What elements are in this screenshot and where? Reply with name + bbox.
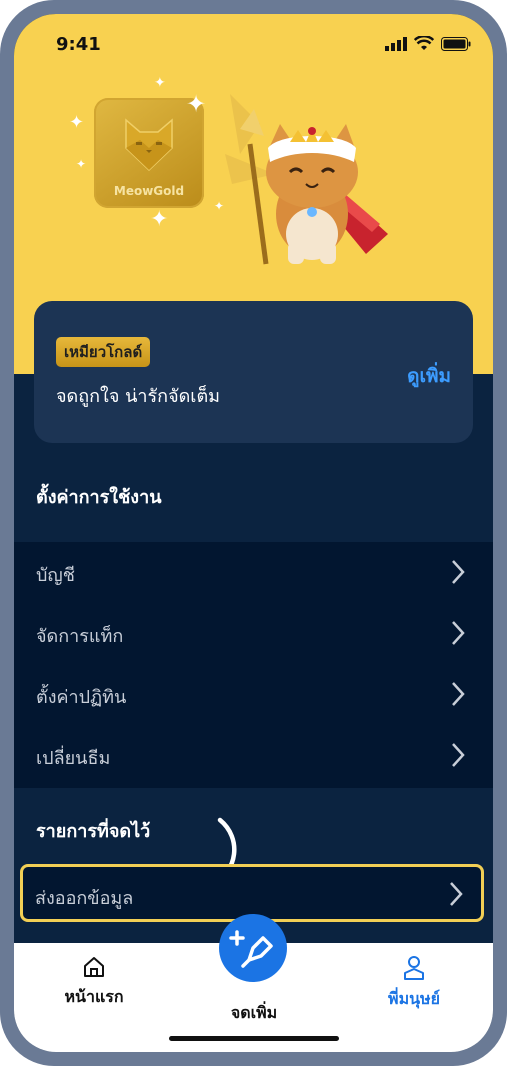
cat-logo-icon xyxy=(125,118,173,172)
app-screen: 9:41 MeowGold ✦ ✦ ✦ ✦ ✦ ✦ เหมียวโกลด์ จด… xyxy=(14,14,493,1052)
sparkle-icon: ✦ xyxy=(76,157,87,171)
signal-icon xyxy=(385,36,407,51)
settings-item-label: จัดการแท็ก xyxy=(36,626,124,647)
settings-item-tags[interactable]: จัดการแท็ก xyxy=(14,603,493,663)
home-icon xyxy=(84,957,104,977)
add-pen-icon xyxy=(229,930,273,968)
meowgold-promo-card[interactable]: เหมียวโกลด์ จดถูกใจ น่ารักจัดเต็ม ดูเพิ่… xyxy=(34,301,473,443)
meowgold-pill: เหมียวโกลด์ xyxy=(56,337,151,367)
tab-friends[interactable]: พี่มนุษย์ xyxy=(354,955,474,1012)
settings-section-title: ตั้งค่าการใช้งาน xyxy=(36,487,162,508)
home-indicator xyxy=(169,1036,339,1041)
settings-item-label: เปลี่ยนธีม xyxy=(36,748,111,769)
chevron-right-icon xyxy=(452,743,465,767)
sparkle-icon: ✦ xyxy=(186,90,207,118)
status-icons xyxy=(385,36,471,51)
settings-item-calendar[interactable]: ตั้งค่าปฏิทิน xyxy=(14,664,493,724)
battery-icon xyxy=(441,36,471,51)
tab-home[interactable]: หน้าแรก xyxy=(34,955,154,1010)
chevron-right-icon xyxy=(450,882,463,906)
sparkle-icon: ✦ xyxy=(69,112,85,133)
export-data-label: ส่งออกข้อมูล xyxy=(35,888,134,909)
tab-home-label: หน้าแรก xyxy=(64,987,124,1006)
king-cat-mascot xyxy=(225,94,388,265)
sparkle-icon: ✦ xyxy=(154,75,166,91)
tab-add-label-wrap: จดเพิ่ม xyxy=(194,1001,314,1026)
add-note-button[interactable] xyxy=(219,914,287,982)
wifi-icon xyxy=(414,36,434,50)
settings-item-account[interactable]: บัญชี xyxy=(14,542,493,602)
tab-add-label: จดเพิ่ม xyxy=(230,1003,278,1022)
tab-friends-label: พี่มนุษย์ xyxy=(388,989,440,1008)
chevron-right-icon xyxy=(452,682,465,706)
status-time: 9:41 xyxy=(56,34,101,55)
promo-description: จดถูกใจ น่ารักจัดเต็ม xyxy=(56,386,221,407)
settings-item-theme[interactable]: เปลี่ยนธีม xyxy=(14,725,493,785)
device-frame: 9:41 MeowGold ✦ ✦ ✦ ✦ ✦ ✦ เหมียวโกลด์ จด… xyxy=(0,0,507,1066)
see-more-link[interactable]: ดูเพิ่ม xyxy=(407,361,451,391)
person-icon xyxy=(404,956,424,980)
settings-item-label: บัญชี xyxy=(36,565,75,586)
sparkle-icon: ✦ xyxy=(150,207,169,232)
chevron-right-icon xyxy=(452,560,465,584)
saved-section-title: รายการที่จดไว้ xyxy=(36,821,151,842)
settings-item-label: ตั้งค่าปฏิทิน xyxy=(36,687,127,708)
chevron-right-icon xyxy=(452,621,465,645)
meowgold-label: MeowGold xyxy=(113,184,185,198)
settings-list: บัญชี จัดการแท็ก ตั้งค่าปฏิทิน เปลี่ยนธี… xyxy=(14,542,493,788)
